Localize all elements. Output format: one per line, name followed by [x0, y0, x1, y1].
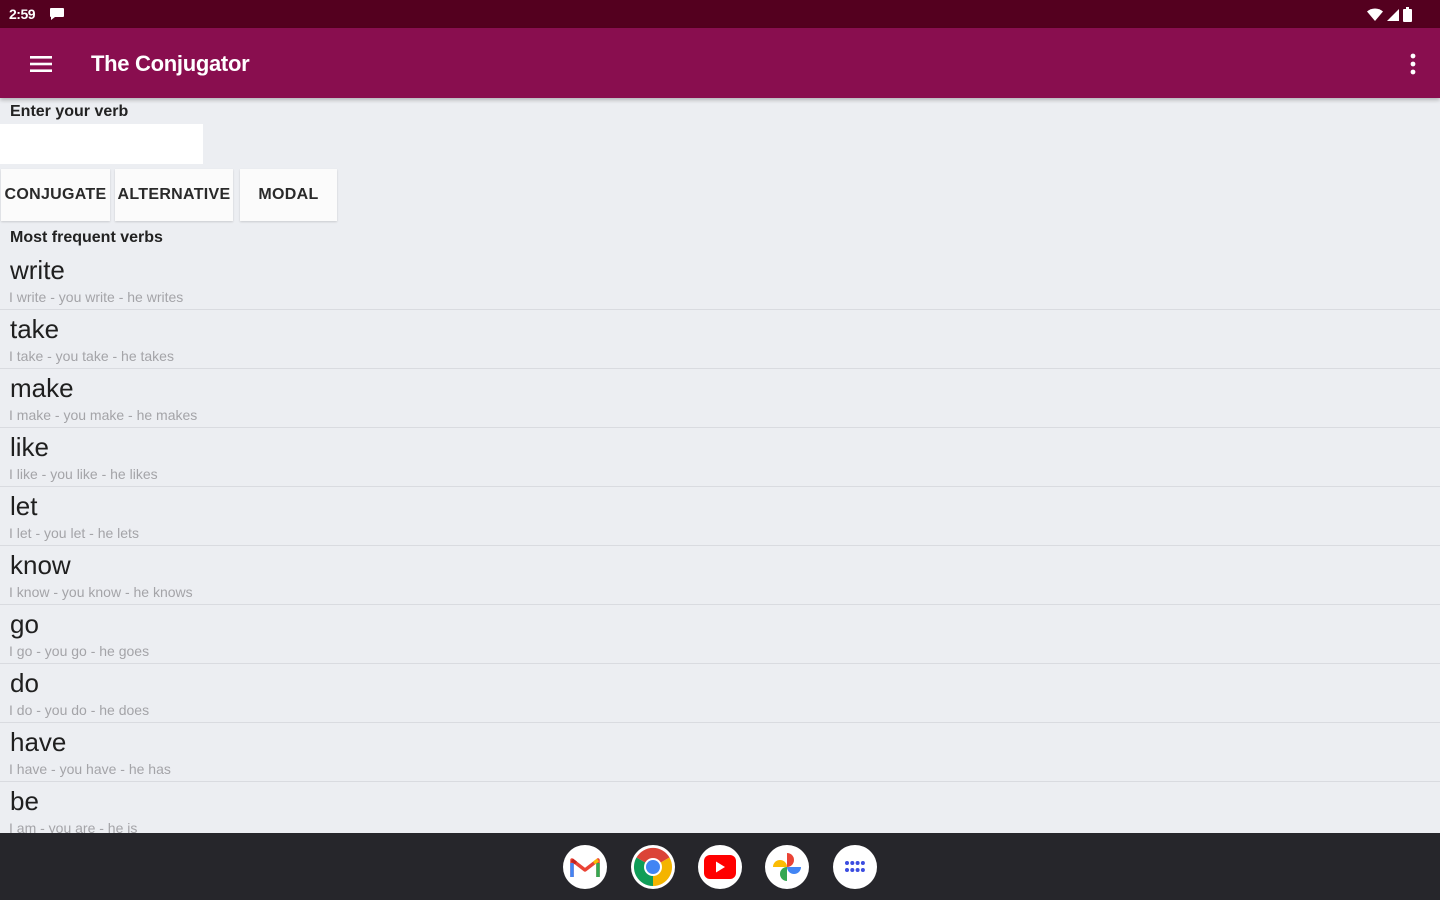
verb-name: be — [10, 786, 39, 816]
verb-list-item[interactable]: take I take - you take - he takes — [0, 310, 1440, 369]
verb-forms: I make - you make - he makes — [9, 407, 198, 423]
app-launcher-icon[interactable] — [833, 845, 877, 889]
verb-name: go — [10, 609, 39, 639]
verb-name: let — [10, 491, 38, 521]
verb-name: make — [10, 373, 74, 403]
verb-list-item[interactable]: know I know - you know - he knows — [0, 546, 1440, 605]
photos-icon[interactable] — [765, 845, 809, 889]
status-bar: 2:59 — [0, 0, 1440, 28]
battery-icon — [1403, 7, 1412, 22]
verb-list-item[interactable]: do I do - you do - he does — [0, 664, 1440, 723]
app-bar: The Conjugator — [0, 28, 1440, 98]
menu-icon[interactable] — [28, 51, 54, 77]
cell-signal-icon — [1387, 8, 1399, 21]
verb-forms: I do - you do - he does — [9, 702, 150, 718]
verb-forms: I let - you let - he lets — [9, 525, 139, 541]
status-time: 2:59 — [9, 6, 36, 22]
verb-name: know — [10, 550, 71, 580]
verb-list-item[interactable]: have I have - you have - he has — [0, 723, 1440, 782]
verb-input-label: Enter your verb — [10, 103, 129, 120]
verb-input[interactable] — [0, 124, 203, 164]
verb-name: like — [10, 432, 50, 462]
verb-name: have — [10, 727, 67, 757]
verb-list-item[interactable]: be I am - you are - he is — [0, 782, 1440, 833]
overflow-menu-icon[interactable] — [1406, 52, 1420, 76]
verb-forms: I have - you have - he has — [9, 761, 171, 777]
verb-forms: I write - you write - he writes — [9, 289, 184, 305]
verb-list-item[interactable]: make I make - you make - he makes — [0, 369, 1440, 428]
status-indicators — [1367, 7, 1412, 22]
verb-list[interactable]: write I write - you write - he writes ta… — [0, 251, 1440, 833]
verb-list-item[interactable]: go I go - you go - he goes — [0, 605, 1440, 664]
message-notification-icon — [49, 7, 65, 26]
verb-list-item[interactable]: like I like - you like - he likes — [0, 428, 1440, 487]
conjugate-button[interactable]: CONJUGATE — [1, 169, 110, 221]
verb-forms: I like - you like - he likes — [9, 466, 158, 482]
modal-button[interactable]: MODAL — [240, 169, 337, 221]
verb-name: take — [10, 314, 60, 344]
verb-forms: I take - you take - he takes — [9, 348, 174, 364]
alternative-button[interactable]: ALTERNATIVE — [115, 169, 233, 221]
gmail-icon[interactable] — [563, 845, 607, 889]
verb-forms: I am - you are - he is — [9, 820, 138, 833]
wifi-icon — [1367, 8, 1383, 21]
verb-name: do — [10, 668, 39, 698]
chrome-icon[interactable] — [631, 845, 675, 889]
frequent-verbs-title: Most frequent verbs — [10, 229, 163, 246]
verb-forms: I go - you go - he goes — [9, 643, 150, 659]
app-title: The Conjugator — [91, 51, 250, 76]
verb-name: write — [10, 255, 65, 285]
verb-forms: I know - you know - he knows — [9, 584, 193, 600]
verb-list-item[interactable]: let I let - you let - he lets — [0, 487, 1440, 546]
verb-list-item[interactable]: write I write - you write - he writes — [0, 251, 1440, 310]
youtube-icon[interactable] — [698, 845, 742, 889]
